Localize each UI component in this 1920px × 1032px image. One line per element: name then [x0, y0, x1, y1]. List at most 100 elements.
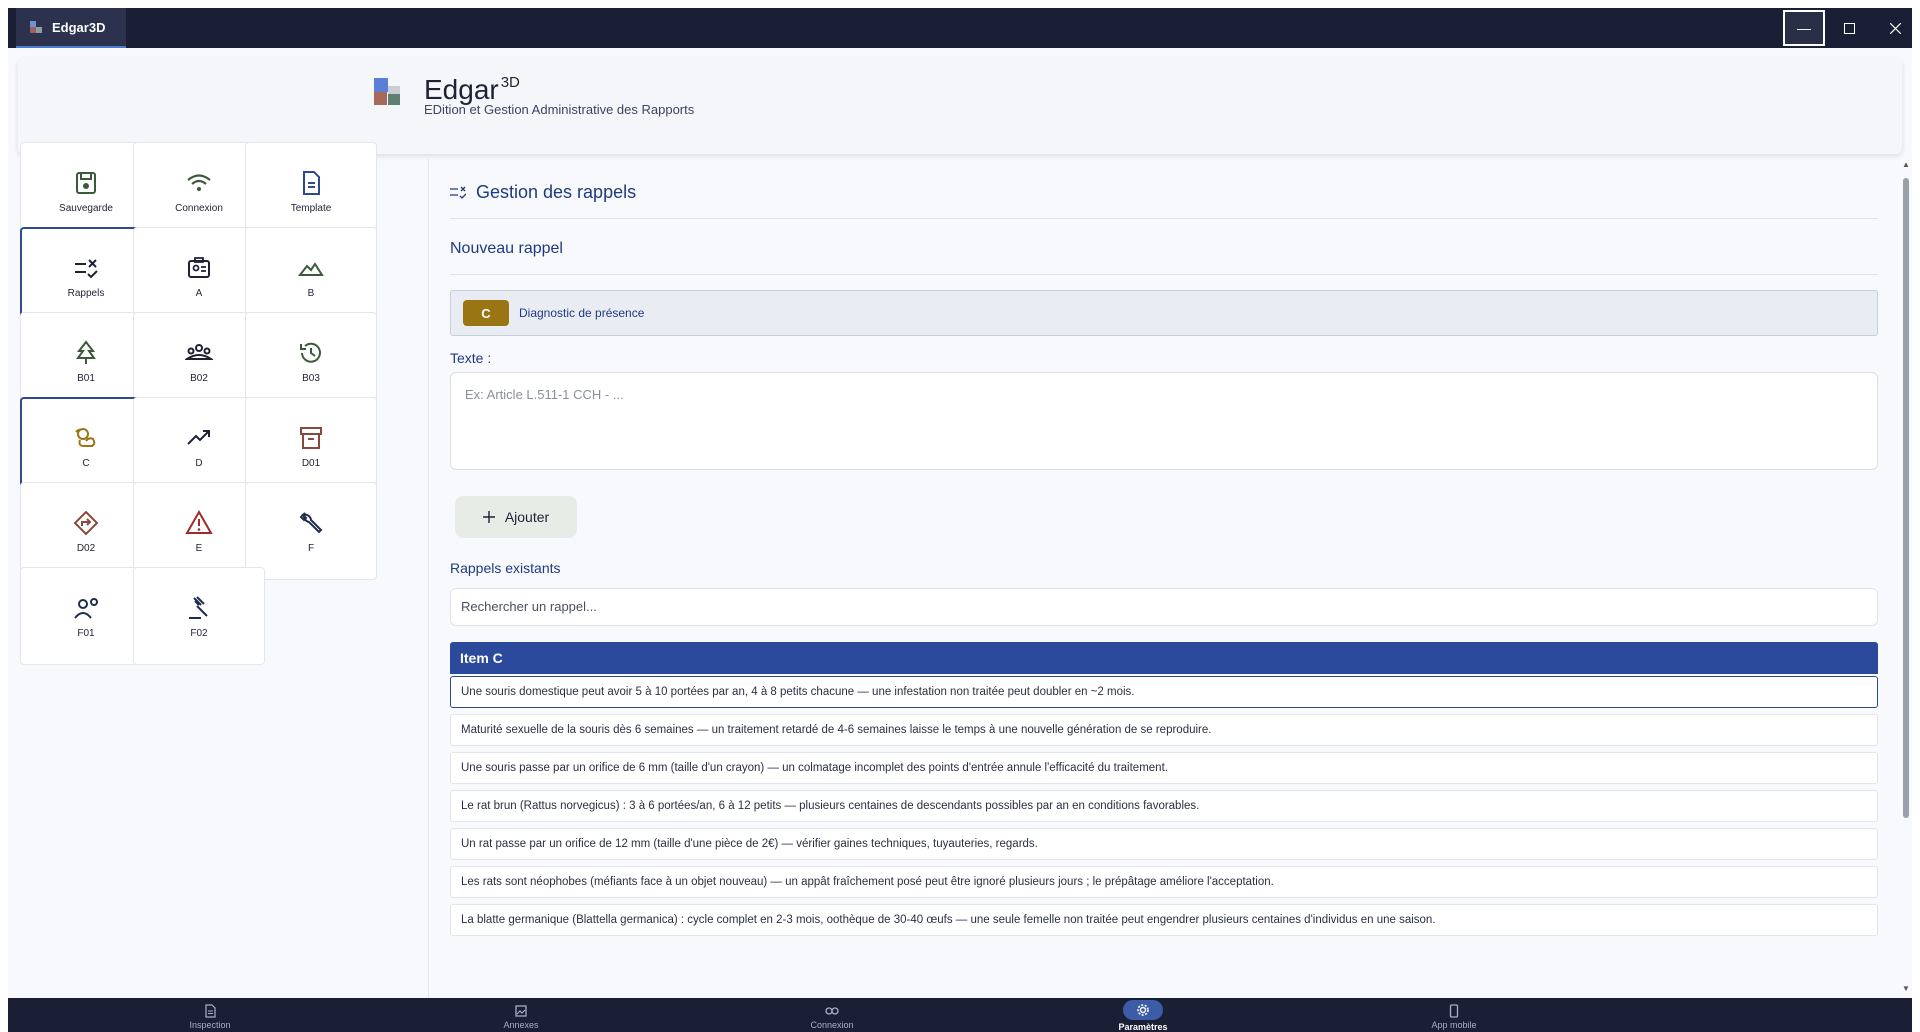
reminder-text-placeholder: Ex: Article L.511-1 CCH - ... — [465, 387, 624, 402]
tile-label: F — [307, 542, 315, 554]
plus-icon — [482, 511, 495, 523]
wrench-icon — [299, 511, 323, 533]
close-icon — [1889, 22, 1901, 34]
nav-paramètres[interactable]: Paramètres — [1083, 998, 1203, 1032]
title-bar: Edgar3D — — [8, 8, 1912, 48]
reminder-text: Une souris domestique peut avoir 5 à 10 … — [461, 686, 1135, 698]
archive-icon — [300, 426, 322, 449]
history-icon — [300, 342, 321, 363]
reminder-row[interactable]: Un rat passe par un orifice de 12 mm (ta… — [450, 828, 1878, 860]
gear-icon — [1137, 1004, 1149, 1016]
reminder-text: Les rats sont néophobes (méfiants face à… — [461, 876, 1274, 888]
link-icon — [825, 1007, 839, 1015]
tile-label: B01 — [77, 372, 95, 384]
tile-label: Template — [290, 202, 332, 214]
reminder-row[interactable]: La blatte germanique (Blattella germanic… — [450, 904, 1878, 936]
tile-label: D02 — [76, 542, 96, 554]
reminder-text: La blatte germanique (Blattella germanic… — [461, 914, 1436, 926]
tile-f02[interactable]: F02 — [133, 567, 265, 665]
rule-icon — [450, 186, 466, 199]
reminder-row[interactable]: Maturité sexuelle de la souris dès 6 sem… — [450, 714, 1878, 746]
tile-b03[interactable]: B03 — [245, 312, 377, 410]
maximize-button[interactable] — [1828, 10, 1870, 46]
tile-label: B02 — [190, 372, 208, 384]
category-name: Diagnostic de présence — [519, 306, 645, 320]
tile-label: Rappels — [67, 287, 105, 299]
minimize-button[interactable]: — — [1783, 10, 1825, 46]
tile-label: F01 — [77, 627, 95, 639]
maximize-icon — [1843, 22, 1855, 34]
id-card-icon — [188, 256, 210, 278]
tree-icon — [76, 339, 96, 364]
gavel-icon — [189, 595, 208, 619]
tile-d01[interactable]: D01 — [245, 397, 377, 495]
nav-label: Connexion — [810, 1020, 854, 1030]
nav-label: Paramètres — [1118, 1022, 1168, 1032]
bottom-navigation: Inspection Annexes Connexion Paramètres App … — [8, 998, 1912, 1032]
category-badge: C — [463, 300, 509, 326]
image-icon — [515, 1005, 527, 1017]
window-tab[interactable]: Edgar3D — [16, 8, 126, 48]
tile-b[interactable]: B — [245, 227, 377, 325]
tile-label: Connexion — [175, 202, 223, 214]
tile-template[interactable]: Template — [245, 142, 377, 240]
tile-label: D — [195, 457, 203, 469]
reminder-text: Le rat brun (Rattus norvegicus) : 3 à 6 … — [461, 800, 1200, 812]
nav-connexion[interactable]: Connexion — [772, 998, 892, 1032]
new-reminder-title: Nouveau rappel — [450, 240, 563, 257]
reminder-text: Une souris passe par un orifice de 6 mm … — [461, 762, 1168, 774]
scrollbar[interactable]: ▲ ▼ — [1901, 158, 1911, 998]
existing-reminders-label: Rappels existants — [450, 560, 561, 576]
trending-up-icon — [187, 429, 210, 445]
section-title: Gestion des rappels — [476, 182, 637, 202]
wifi-icon — [187, 173, 211, 191]
nav-annexes[interactable]: Annexes — [461, 998, 581, 1032]
group-icon — [185, 343, 213, 360]
landscape-icon — [297, 261, 324, 276]
close-button[interactable] — [1874, 10, 1912, 46]
reminder-row[interactable]: Une souris passe par un orifice de 6 mm … — [450, 752, 1878, 784]
diamond-direction-icon — [73, 510, 99, 535]
search-input[interactable]: Rechercher un rappel... — [450, 588, 1878, 626]
minimize-icon: — — [1797, 20, 1811, 36]
reminder-row[interactable]: Une souris domestique peut avoir 5 à 10 … — [450, 676, 1878, 708]
window-tab-label: Edgar3D — [52, 19, 106, 35]
tile-label: B — [307, 287, 315, 299]
category-selector[interactable]: C Diagnostic de présence — [450, 290, 1878, 336]
scrollbar-thumb[interactable] — [1903, 178, 1909, 818]
document-icon — [303, 170, 320, 195]
phone-icon — [1449, 1004, 1459, 1018]
document-icon — [205, 1004, 216, 1018]
nav-label: App mobile — [1431, 1020, 1477, 1030]
pest-icon — [75, 427, 96, 447]
app-subtitle: EDition et Gestion Administrative des Ra… — [424, 102, 695, 117]
nav-app-mobile[interactable]: App mobile — [1394, 998, 1514, 1032]
warning-icon — [185, 509, 213, 534]
rule-icon — [75, 258, 98, 278]
app-title-superscript: 3D — [500, 74, 520, 91]
add-button[interactable]: Ajouter — [455, 496, 577, 538]
tile-label: Sauvegarde — [59, 202, 113, 214]
person-settings-icon — [74, 597, 98, 619]
group-header: Item C — [450, 642, 1878, 674]
app-window: Edgar3D — Edgar 3D EDition et Gestion Adm… — [8, 8, 1912, 1032]
nav-inspection[interactable]: Inspection — [150, 998, 270, 1032]
app-logo-icon — [30, 21, 42, 33]
reminder-row[interactable]: Le rat brun (Rattus norvegicus) : 3 à 6 … — [450, 790, 1878, 822]
reminder-row[interactable]: Les rats sont néophobes (méfiants face à… — [450, 866, 1878, 898]
divider — [450, 274, 1878, 275]
reminder-text-input[interactable]: Ex: Article L.511-1 CCH - ... — [450, 372, 1878, 470]
tile-label: C — [82, 457, 90, 469]
tile-label: E — [195, 542, 203, 554]
tile-label: B03 — [302, 372, 320, 384]
add-button-label: Ajouter — [504, 509, 550, 525]
section-header: Gestion des rappels — [450, 182, 636, 203]
scroll-down-icon[interactable]: ▼ — [1902, 984, 1910, 993]
scroll-up-icon[interactable]: ▲ — [1902, 160, 1910, 169]
reminder-text: Maturité sexuelle de la souris dès 6 sem… — [461, 724, 1212, 736]
panel-divider — [428, 158, 429, 998]
app-header: Edgar 3D EDition et Gestion Administrativ… — [18, 58, 1902, 154]
tile-f[interactable]: F — [245, 482, 377, 580]
tile-label: F02 — [190, 627, 208, 639]
edgar-logo-icon — [374, 78, 406, 110]
